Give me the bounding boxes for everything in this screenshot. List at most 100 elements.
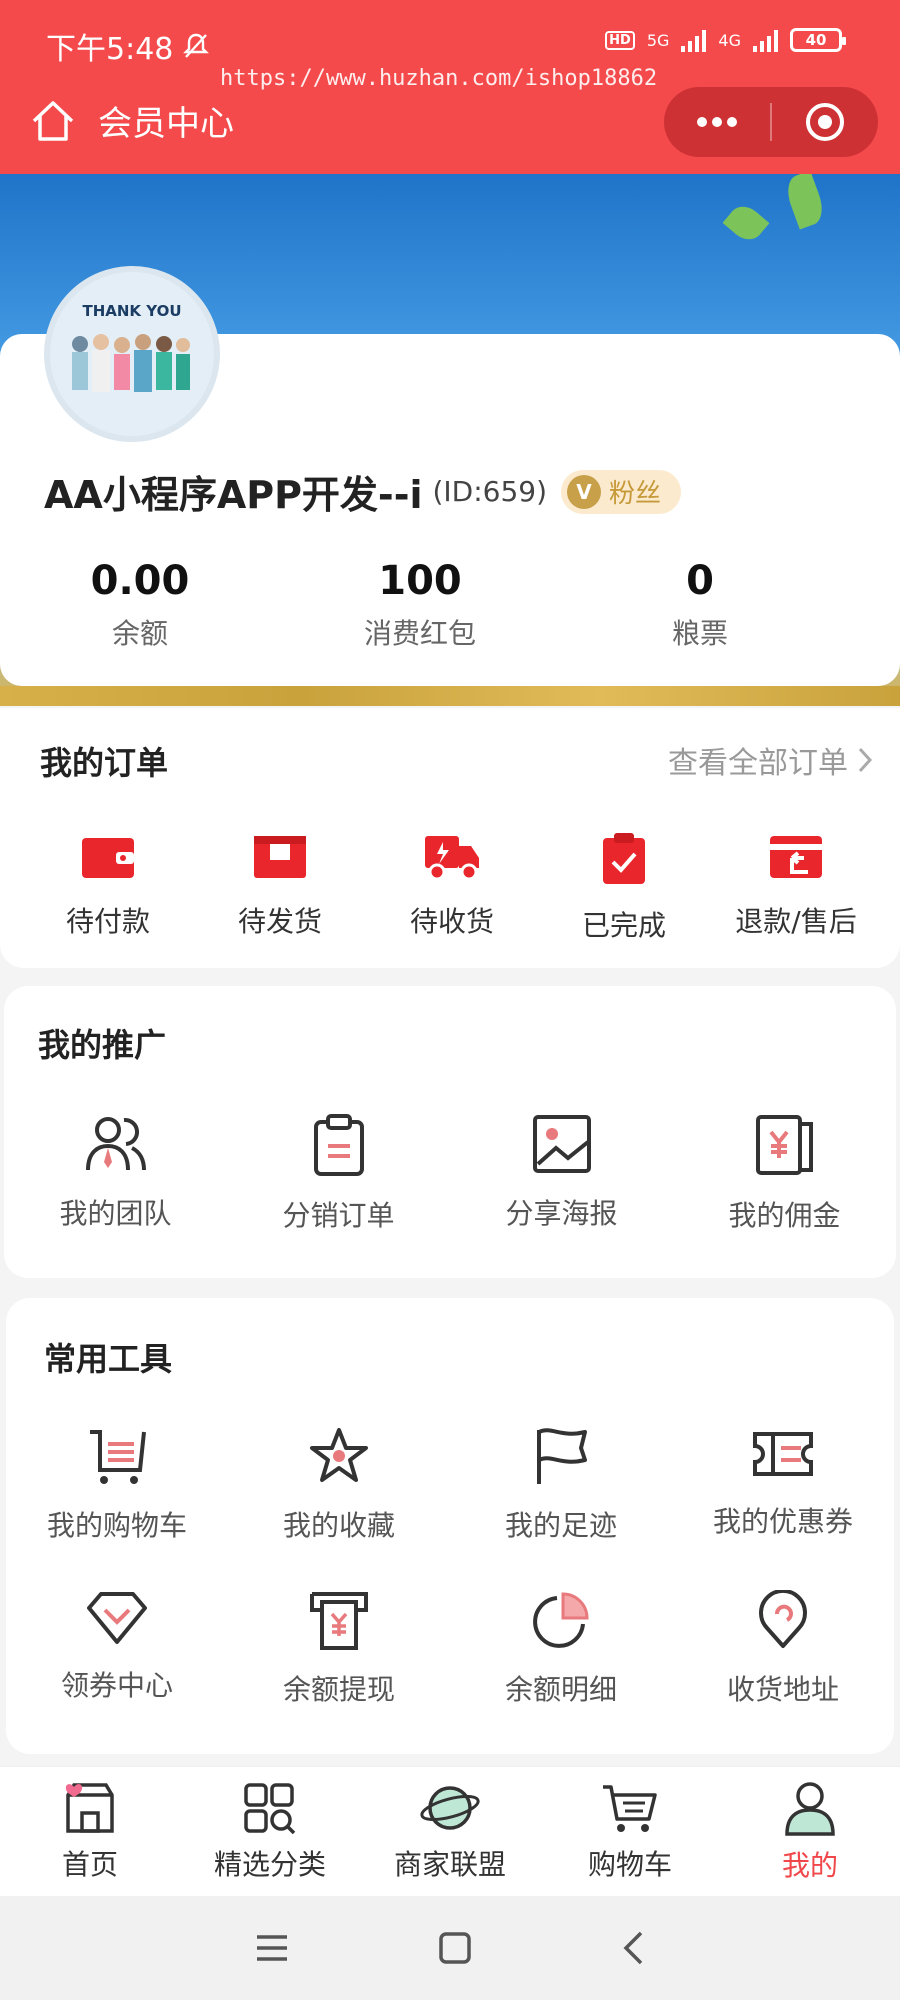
back-icon[interactable] — [621, 1930, 645, 1966]
order-pending-shipment[interactable]: 待发货 — [194, 832, 366, 944]
status-icons: HD 5G 4G 40 — [605, 28, 846, 52]
more-button[interactable] — [664, 87, 770, 157]
promo-label: 我的团队 — [59, 1197, 172, 1230]
promotion-card: 我的推广 我的团队 分销订单 分享海报 我的佣金 — [4, 986, 896, 1278]
user-icon — [785, 1781, 835, 1836]
box-icon — [254, 836, 306, 878]
tools-row-2: 领券中心 余额提现 余额明细 收货地址 — [6, 1590, 894, 1708]
orders-title: 我的订单 — [40, 744, 169, 782]
hd-badge: HD — [605, 30, 635, 50]
view-all-label: 查看全部订单 — [668, 746, 848, 781]
view-all-orders-link[interactable]: 查看全部订单 — [668, 738, 872, 782]
stat-value: 0 — [686, 558, 714, 604]
promo-distribution-orders[interactable]: 分销订单 — [227, 1114, 450, 1234]
tool-label: 余额明细 — [504, 1673, 617, 1706]
clipboard-icon — [313, 1114, 364, 1176]
team-icon — [85, 1117, 146, 1171]
tool-label: 余额提现 — [282, 1673, 395, 1706]
top-bar: 下午5:48 HD 5G 4G 40 https://www.huzhan.co… — [0, 0, 900, 174]
page-title: 会员中心 — [98, 104, 234, 144]
level-badge: V 粉丝 — [561, 469, 682, 514]
user-id: (ID:659) — [432, 475, 548, 508]
order-completed[interactable]: 已完成 — [538, 832, 710, 944]
order-pending-payment[interactable]: 待付款 — [22, 832, 194, 944]
tab-label: 精选分类 — [213, 1847, 326, 1881]
promo-label: 分销订单 — [282, 1199, 395, 1232]
miniprogram-capsule — [664, 87, 878, 157]
flag-icon — [537, 1428, 587, 1484]
withdraw-icon — [310, 1592, 368, 1650]
tab-profile[interactable]: 我的 — [720, 1767, 900, 1896]
tool-label: 我的收藏 — [282, 1509, 395, 1542]
star-icon — [310, 1428, 368, 1482]
tab-label: 商家联盟 — [393, 1847, 506, 1881]
watermark-url: https://www.huzhan.com/ishop18862 — [220, 66, 658, 91]
refund-icon — [770, 836, 822, 878]
signal-icon — [681, 28, 707, 52]
network-4g: 4G — [718, 30, 741, 50]
tool-label: 领券中心 — [60, 1669, 173, 1702]
avatar[interactable]: THANK YOU — [44, 266, 220, 442]
tab-home[interactable]: 首页 — [0, 1767, 180, 1896]
order-label: 退款/售后 — [735, 905, 857, 938]
account-stats: 0.00 余额 100 消费红包 0 粮票 — [0, 558, 900, 652]
user-info-row: AA小程序APP开发--i (ID:659) V 粉丝 — [44, 464, 682, 519]
promo-commission[interactable]: 我的佣金 — [673, 1114, 896, 1234]
tool-balance-details[interactable]: 余额明细 — [450, 1590, 672, 1708]
status-time-group: 下午5:48 — [46, 24, 210, 68]
close-button[interactable] — [772, 87, 878, 157]
tool-address[interactable]: 收货地址 — [672, 1590, 894, 1708]
tab-label: 首页 — [61, 1847, 118, 1881]
home-square-icon[interactable] — [438, 1931, 472, 1965]
signal-icon-2 — [753, 28, 778, 52]
tool-cart[interactable]: 我的购物车 — [6, 1426, 228, 1544]
menu-icon[interactable] — [255, 1933, 289, 1963]
wheat-strip — [0, 686, 900, 706]
order-label: 已完成 — [581, 909, 666, 942]
coupon-icon — [753, 1432, 813, 1476]
leaf-decoration — [722, 199, 770, 247]
order-pending-receipt[interactable]: 待收货 — [366, 832, 538, 944]
target-circle-icon — [806, 103, 844, 141]
home-icon — [65, 1782, 114, 1833]
cart-icon — [90, 1430, 146, 1484]
more-dots-icon — [697, 117, 737, 127]
promo-label: 我的佣金 — [728, 1199, 841, 1232]
tab-cart[interactable]: 购物车 — [540, 1767, 720, 1896]
promo-label: 分享海报 — [505, 1197, 618, 1230]
stat-label: 余额 — [111, 617, 168, 650]
tab-label: 购物车 — [587, 1847, 672, 1881]
order-status-row: 待付款 待发货 待收货 已完成 退款/售后 — [22, 832, 882, 944]
tab-merchants[interactable]: 商家联盟 — [360, 1767, 540, 1896]
order-refund[interactable]: 退款/售后 — [710, 832, 882, 944]
tool-label: 收货地址 — [726, 1673, 839, 1706]
truck-icon — [425, 836, 479, 881]
tab-category[interactable]: 精选分类 — [180, 1767, 360, 1896]
tools-title: 常用工具 — [44, 1340, 173, 1378]
stat-value: 0.00 — [90, 558, 190, 604]
tool-coupons[interactable]: 我的优惠券 — [672, 1426, 894, 1544]
nav-title: 会员中心 — [30, 96, 234, 145]
stat-red-packet[interactable]: 100 消费红包 — [280, 558, 560, 652]
stat-label: 消费红包 — [363, 617, 476, 650]
tool-footprints[interactable]: 我的足迹 — [450, 1426, 672, 1544]
promo-share-poster[interactable]: 分享海报 — [450, 1114, 673, 1234]
promo-team[interactable]: 我的团队 — [4, 1114, 227, 1234]
level-badge-label: 粉丝 — [609, 479, 662, 509]
tool-withdraw[interactable]: 余额提现 — [228, 1590, 450, 1708]
orders-card: 我的订单 查看全部订单 待付款 待发货 待收货 已完成 退款/售后 — [0, 708, 900, 968]
battery-icon: 40 — [790, 28, 846, 52]
location-icon — [759, 1590, 807, 1648]
tool-coupon-center[interactable]: 领券中心 — [6, 1590, 228, 1708]
status-time: 下午5:48 — [46, 32, 174, 67]
mute-bell-icon — [183, 33, 210, 58]
category-icon — [244, 1782, 296, 1834]
tool-favorites[interactable]: 我的收藏 — [228, 1426, 450, 1544]
home-icon[interactable] — [30, 99, 76, 143]
stat-label: 粮票 — [671, 617, 728, 650]
stat-balance[interactable]: 0.00 余额 — [0, 558, 280, 652]
leaf-decoration — [782, 174, 828, 230]
stat-coupon[interactable]: 0 粮票 — [560, 558, 840, 652]
order-label: 待收货 — [409, 905, 494, 938]
tool-label: 我的优惠券 — [712, 1505, 853, 1538]
